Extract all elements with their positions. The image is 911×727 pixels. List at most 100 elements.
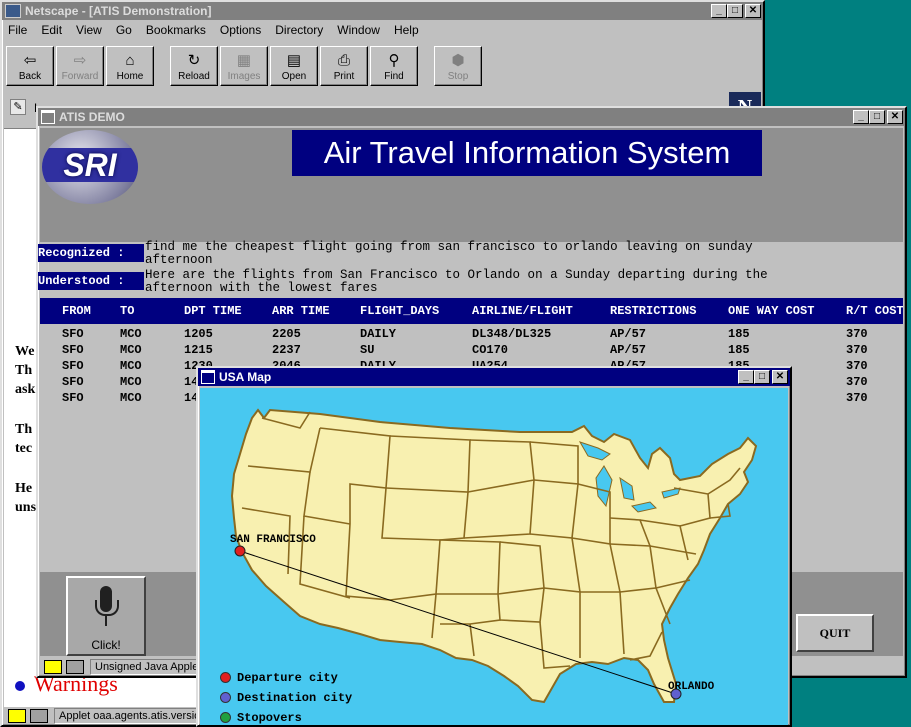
netscape-app-icon bbox=[5, 4, 21, 18]
understood-label: Understood : bbox=[38, 272, 144, 290]
menu-go[interactable]: Go bbox=[116, 23, 132, 37]
page-text-fragment: Th bbox=[15, 363, 33, 378]
flight-table-header: FROM TO DPT TIME ARR TIME FLIGHT_DAYS AIRLINE… bbox=[40, 298, 903, 324]
recognized-label: Recognized : bbox=[38, 244, 144, 262]
menu-file[interactable]: File bbox=[8, 23, 27, 37]
map-canvas[interactable]: SAN FRANCISCO ORLANDO Departure city Des… bbox=[200, 388, 788, 725]
atis-header-panel: SRI Air Travel Information System bbox=[40, 128, 903, 242]
stop-button[interactable]: ⬢ Stop bbox=[434, 46, 482, 86]
menu-directory[interactable]: Directory bbox=[275, 23, 323, 37]
close-button[interactable]: ✕ bbox=[772, 370, 788, 384]
toolbar-label: Open bbox=[281, 71, 307, 82]
images-button[interactable]: ▦ Images bbox=[220, 46, 268, 86]
menu-bookmarks[interactable]: Bookmarks bbox=[146, 23, 206, 37]
column-header: R/T COST bbox=[846, 304, 903, 318]
netscape-titlebar[interactable]: Netscape - [ATIS Demonstration] _ □ ✕ bbox=[2, 2, 763, 20]
menu-edit[interactable]: Edit bbox=[41, 23, 62, 37]
stop-icon: ⬢ bbox=[451, 52, 465, 69]
forward-button[interactable]: ⇨ Forward bbox=[56, 46, 104, 86]
table-row[interactable]: SFO MCO 1205 2205 DAILY DL348/DL325 AP/57 185 37… bbox=[40, 327, 903, 343]
table-cell: DL348/DL325 bbox=[472, 327, 552, 341]
departure-dot-icon bbox=[220, 672, 231, 684]
table-cell: 370 bbox=[846, 327, 868, 341]
toolbar-label: Images bbox=[227, 71, 261, 82]
toolbar-label: Back bbox=[18, 71, 42, 82]
atis-heading: Air Travel Information System bbox=[292, 130, 762, 176]
table-cell: 2237 bbox=[272, 343, 301, 357]
mail-icon bbox=[30, 709, 48, 723]
home-button[interactable]: ⌂ Home bbox=[106, 46, 154, 86]
maximize-button[interactable]: □ bbox=[754, 370, 770, 384]
maximize-button[interactable]: □ bbox=[727, 4, 743, 18]
table-cell: AP/57 bbox=[610, 343, 647, 357]
column-header: ARR TIME bbox=[272, 304, 330, 318]
microphone-stand bbox=[95, 600, 119, 616]
microphone-button[interactable]: Click! bbox=[66, 576, 146, 656]
page-text-fragment: Th bbox=[15, 422, 33, 437]
open-button[interactable]: ▤ Open bbox=[270, 46, 318, 86]
toolbar-label: Find bbox=[384, 71, 404, 82]
destination-dot-icon bbox=[220, 692, 231, 704]
print-icon: ⎙ bbox=[337, 52, 350, 69]
column-header: ONE WAY COST bbox=[728, 304, 815, 318]
print-button[interactable]: ⎙ Print bbox=[320, 46, 368, 86]
mail-icon bbox=[66, 660, 84, 674]
menu-view[interactable]: View bbox=[76, 23, 102, 37]
stopover-dot-icon bbox=[220, 712, 231, 724]
toolbar-label: Stop bbox=[447, 71, 469, 82]
column-header: AIRLINE/FLIGHT bbox=[472, 304, 573, 318]
minimize-button[interactable]: _ bbox=[711, 4, 727, 18]
page-text-fragment: We bbox=[15, 344, 35, 359]
netscape-title: Netscape - [ATIS Demonstration] bbox=[25, 4, 212, 18]
map-titlebar[interactable]: USA Map _ □ ✕ bbox=[198, 368, 790, 386]
table-cell: AP/57 bbox=[610, 327, 647, 341]
window-icon bbox=[41, 110, 55, 124]
table-cell: 2205 bbox=[272, 327, 301, 341]
table-cell: SU bbox=[360, 343, 375, 357]
page-text-fragment: uns bbox=[15, 500, 37, 515]
close-button[interactable]: ✕ bbox=[745, 4, 761, 18]
table-cell: 1215 bbox=[184, 343, 213, 357]
table-cell: 370 bbox=[846, 359, 868, 373]
atis-titlebar[interactable]: ATIS DEMO _ □ ✕ bbox=[38, 108, 905, 126]
recognized-text: find me the cheapest flight going from s… bbox=[145, 240, 753, 267]
understood-text: Here are the flights from San Francisco … bbox=[145, 268, 768, 295]
departure-city-marker[interactable] bbox=[234, 545, 246, 557]
page-text-fragment: He bbox=[15, 481, 33, 496]
back-button[interactable]: ⇦ Back bbox=[6, 46, 54, 86]
table-cell: SFO bbox=[62, 359, 84, 373]
table-cell: MCO bbox=[120, 327, 142, 341]
close-button[interactable]: ✕ bbox=[887, 110, 903, 124]
table-cell: MCO bbox=[120, 359, 142, 373]
home-icon: ⌂ bbox=[125, 52, 135, 69]
location-icon: ✎ bbox=[10, 99, 26, 115]
quit-button[interactable]: QUIT bbox=[796, 614, 874, 652]
menu-options[interactable]: Options bbox=[220, 23, 261, 37]
minimize-button[interactable]: _ bbox=[853, 110, 869, 124]
table-cell: 370 bbox=[846, 391, 868, 405]
table-cell: 370 bbox=[846, 343, 868, 357]
table-cell: SFO bbox=[62, 391, 84, 405]
column-header: FROM bbox=[62, 304, 91, 318]
find-button[interactable]: ⚲ Find bbox=[370, 46, 418, 86]
menu-help[interactable]: Help bbox=[394, 23, 419, 37]
security-key-icon bbox=[8, 709, 26, 723]
reload-icon: ↻ bbox=[187, 52, 201, 69]
forward-icon: ⇨ bbox=[73, 52, 87, 69]
mic-label: Click! bbox=[91, 638, 121, 652]
table-cell: 185 bbox=[728, 327, 750, 341]
menu-window[interactable]: Window bbox=[337, 23, 380, 37]
maximize-button[interactable]: □ bbox=[869, 110, 885, 124]
table-row[interactable]: SFO MCO 1215 2237 SU CO170 AP/57 185 370 bbox=[40, 343, 903, 359]
toolbar-label: Reload bbox=[178, 71, 210, 82]
microphone-base bbox=[105, 616, 107, 626]
table-cell: 185 bbox=[728, 343, 750, 357]
table-cell: SFO bbox=[62, 343, 84, 357]
minimize-button[interactable]: _ bbox=[738, 370, 754, 384]
reload-button[interactable]: ↻ Reload bbox=[170, 46, 218, 86]
toolbar-label: Print bbox=[333, 71, 355, 82]
netscape-menubar: File Edit View Go Bookmarks Options Directory W… bbox=[2, 20, 763, 40]
back-icon: ⇦ bbox=[23, 52, 37, 69]
table-cell: CO170 bbox=[472, 343, 509, 357]
